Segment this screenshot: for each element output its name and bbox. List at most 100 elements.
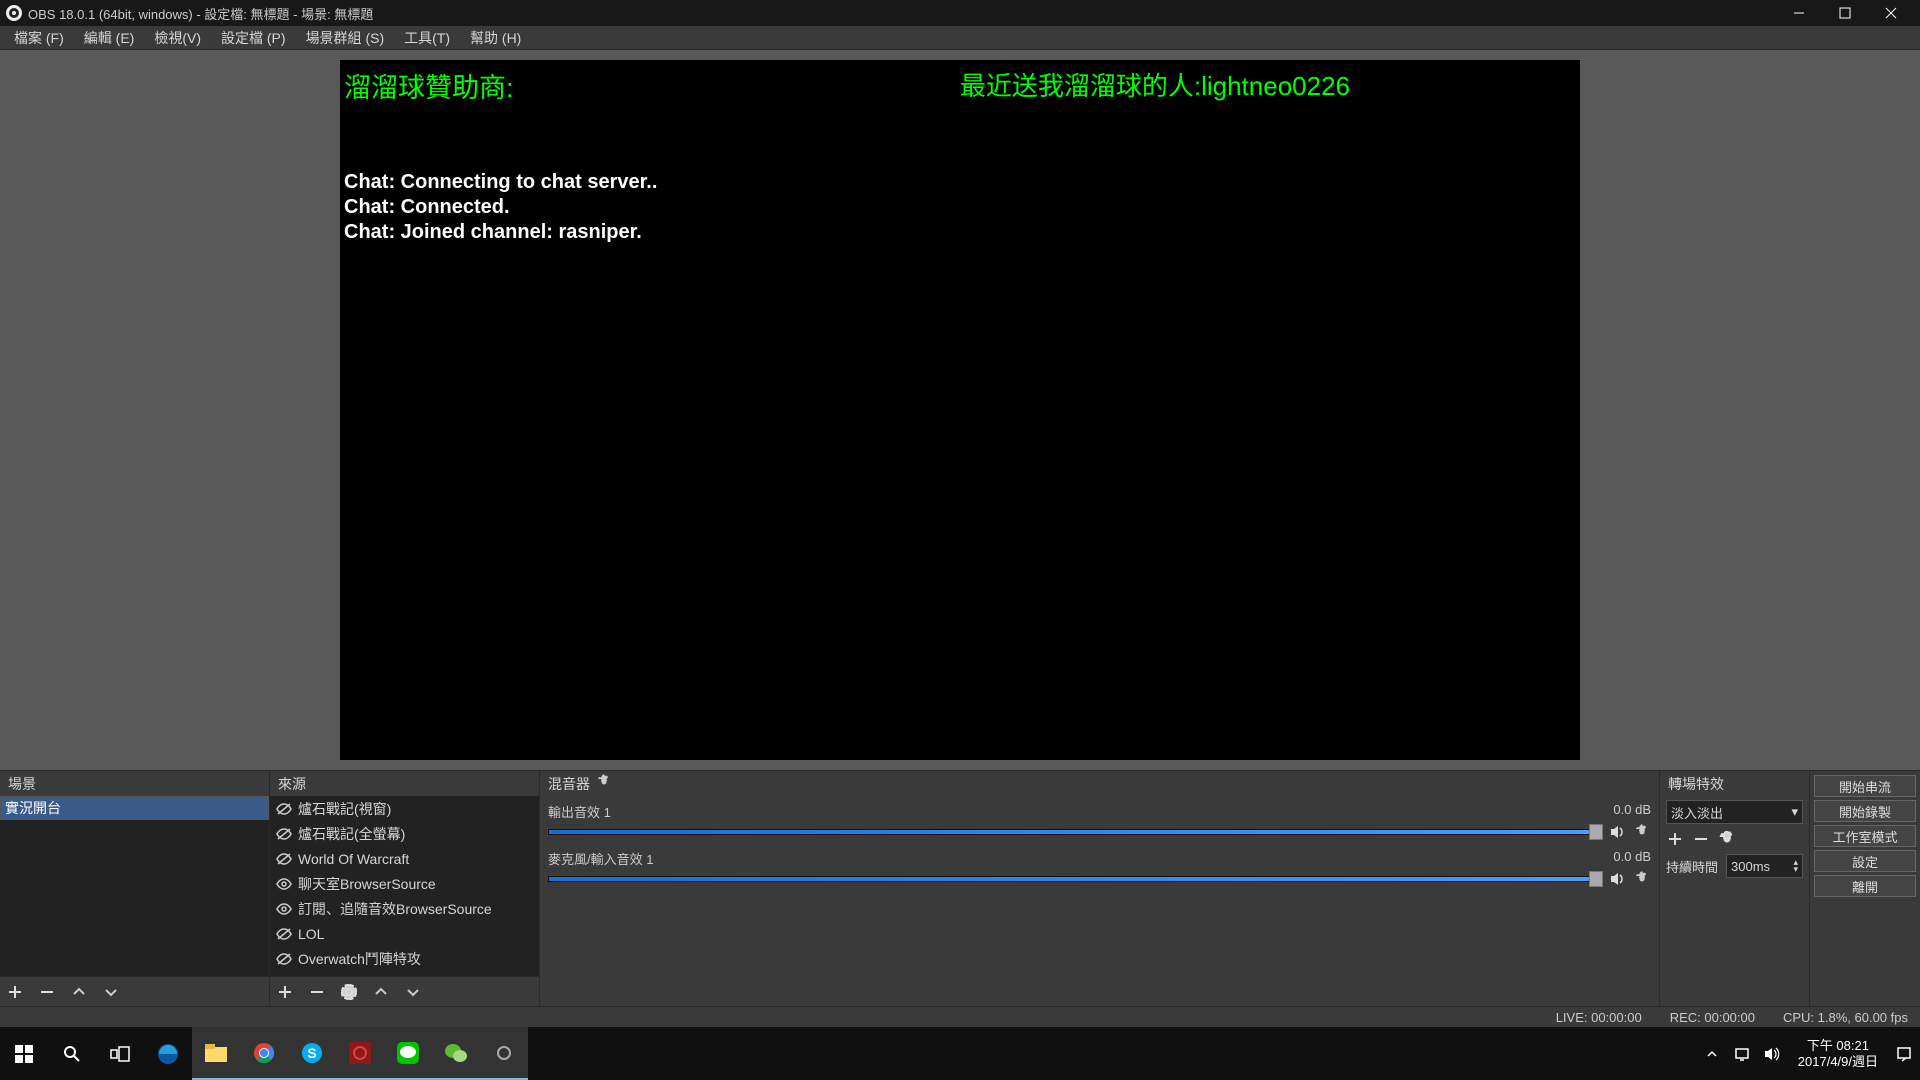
source-item[interactable]: 爐石戰記(全螢幕) <box>270 821 539 846</box>
menu-help[interactable]: 幫助 (H) <box>460 26 531 50</box>
mixer-header: 混音器 <box>540 771 1659 796</box>
eye-hidden-icon[interactable] <box>276 926 292 942</box>
source-up-button[interactable] <box>372 983 390 1001</box>
chat-line: Chat: Joined channel: rasniper. <box>344 220 657 245</box>
taskbar-clock[interactable]: 下午 08:21 2017/4/9/週日 <box>1790 1038 1886 1069</box>
eye-hidden-icon[interactable] <box>276 951 292 967</box>
volume-slider[interactable] <box>1589 871 1603 887</box>
speaker-icon[interactable] <box>1609 823 1627 841</box>
windows-taskbar: S 下午 08:21 2017/4/9/週日 <box>0 1027 1920 1080</box>
exit-button[interactable]: 離開 <box>1814 875 1916 897</box>
source-down-button[interactable] <box>404 983 422 1001</box>
scene-item[interactable]: 實況開台 <box>0 796 269 820</box>
channel-name: 輸出音效 1 <box>548 802 611 821</box>
overlay-sponsor: 溜溜球贊助商: <box>344 66 514 105</box>
sources-toolbar <box>270 976 539 1006</box>
controls-body: 開始串流 開始錄製 工作室模式 設定 離開 <box>1810 771 1920 1006</box>
eye-visible-icon[interactable] <box>276 876 292 892</box>
channel-db: 0.0 dB <box>1613 802 1651 821</box>
menu-view[interactable]: 檢視(V) <box>144 26 211 50</box>
sources-list[interactable]: 爐石戰記(視窗)爐石戰記(全螢幕)World Of Warcraft聊天室Bro… <box>270 796 539 976</box>
start-recording-button[interactable]: 開始錄製 <box>1814 800 1916 822</box>
remove-scene-button[interactable] <box>38 983 56 1001</box>
menu-scene-collection[interactable]: 場景群組 (S) <box>296 26 395 50</box>
transition-properties-button[interactable] <box>1718 830 1736 848</box>
transition-select[interactable]: 淡入淡出 ▾ <box>1666 800 1803 824</box>
transitions-body: 淡入淡出 ▾ 持續時間 300ms ▴▾ <box>1660 796 1809 1006</box>
taskbar-time: 下午 08:21 <box>1798 1038 1878 1054</box>
maximize-button[interactable] <box>1822 0 1868 26</box>
add-transition-button[interactable] <box>1666 830 1684 848</box>
obs-taskbar-icon[interactable] <box>480 1027 528 1080</box>
menu-profile[interactable]: 設定檔 (P) <box>211 26 296 50</box>
add-scene-button[interactable] <box>6 983 24 1001</box>
search-button[interactable] <box>48 1027 96 1080</box>
scene-up-button[interactable] <box>70 983 88 1001</box>
wechat-icon[interactable] <box>432 1027 480 1080</box>
channel-settings-icon[interactable] <box>1633 870 1651 888</box>
tray-network-icon[interactable] <box>1730 1027 1754 1080</box>
status-rec: REC: 00:00:00 <box>1670 1010 1755 1025</box>
scenes-header: 場景 <box>0 771 269 796</box>
chrome-icon[interactable] <box>240 1027 288 1080</box>
eye-hidden-icon[interactable] <box>276 801 292 817</box>
source-item[interactable]: 訂閱、追隨音效BrowserSource <box>270 896 539 921</box>
eye-hidden-icon[interactable] <box>276 851 292 867</box>
obs-icon <box>6 5 22 21</box>
menubar: 檔案 (F) 編輯 (E) 檢視(V) 設定檔 (P) 場景群組 (S) 工具(… <box>0 26 1920 50</box>
source-label: Overwatch鬥陣特攻 <box>298 949 421 969</box>
source-properties-button[interactable] <box>340 983 358 1001</box>
menu-tools[interactable]: 工具(T) <box>394 26 460 50</box>
explorer-icon[interactable] <box>192 1027 240 1080</box>
mixer-settings-icon[interactable] <box>596 774 612 793</box>
source-item[interactable]: 聊天室BrowserSource <box>270 871 539 896</box>
controls-panel: 開始串流 開始錄製 工作室模式 設定 離開 <box>1810 771 1920 1006</box>
titlebar: OBS 18.0.1 (64bit, windows) - 設定檔: 無標題 -… <box>0 0 1920 26</box>
mixer-panel: 混音器 輸出音效 1 0.0 dB 麥克風/輸入音效 1 0.0 dB <box>540 771 1660 1006</box>
chevron-down-icon: ▾ <box>1791 804 1798 820</box>
start-button[interactable] <box>0 1027 48 1080</box>
edge-icon[interactable] <box>144 1027 192 1080</box>
channel-db: 0.0 dB <box>1613 849 1651 868</box>
eye-hidden-icon[interactable] <box>276 826 292 842</box>
remove-source-button[interactable] <box>308 983 326 1001</box>
source-item[interactable]: World Of Warcraft <box>270 846 539 871</box>
channel-settings-icon[interactable] <box>1633 823 1651 841</box>
status-bar: LIVE: 00:00:00 REC: 00:00:00 CPU: 1.8%, … <box>0 1006 1920 1027</box>
eye-visible-icon[interactable] <box>276 901 292 917</box>
notifications-icon[interactable] <box>1892 1027 1916 1080</box>
settings-button[interactable]: 設定 <box>1814 850 1916 872</box>
menu-file[interactable]: 檔案 (F) <box>4 26 74 50</box>
tray-volume-icon[interactable] <box>1760 1027 1784 1080</box>
preview-canvas[interactable]: 溜溜球贊助商: 最近送我溜溜球的人:lightneo0226 Chat: Con… <box>340 60 1580 760</box>
line-icon[interactable] <box>384 1027 432 1080</box>
tray-chevron-icon[interactable] <box>1700 1027 1724 1080</box>
speaker-icon[interactable] <box>1609 870 1627 888</box>
app-red-icon[interactable] <box>336 1027 384 1080</box>
start-streaming-button[interactable]: 開始串流 <box>1814 775 1916 797</box>
skype-icon[interactable]: S <box>288 1027 336 1080</box>
duration-spinner[interactable]: 300ms ▴▾ <box>1726 854 1803 878</box>
source-label: 訂閱、追隨音效BrowserSource <box>298 899 492 919</box>
minimize-button[interactable] <box>1776 0 1822 26</box>
scenes-list[interactable]: 實況開台 <box>0 796 269 976</box>
mixer-channel: 輸出音效 1 0.0 dB <box>548 800 1651 841</box>
close-button[interactable] <box>1868 0 1914 26</box>
taskbar-date: 2017/4/9/週日 <box>1798 1054 1878 1070</box>
scene-down-button[interactable] <box>102 983 120 1001</box>
channel-name: 麥克風/輸入音效 1 <box>548 849 653 868</box>
source-item[interactable]: 爐石戰記(視窗) <box>270 796 539 821</box>
docks: 場景 實況開台 來源 爐石戰記(視窗)爐石戰記(全螢幕)World Of War… <box>0 770 1920 1006</box>
preview-area: 溜溜球贊助商: 最近送我溜溜球的人:lightneo0226 Chat: Con… <box>0 50 1920 770</box>
remove-transition-button[interactable] <box>1692 830 1710 848</box>
source-item[interactable]: LOL <box>270 921 539 946</box>
status-live: LIVE: 00:00:00 <box>1556 1010 1642 1025</box>
scenes-panel: 場景 實況開台 <box>0 771 270 1006</box>
volume-slider[interactable] <box>1589 824 1603 840</box>
add-source-button[interactable] <box>276 983 294 1001</box>
source-item[interactable]: Overwatch鬥陣特攻 <box>270 946 539 971</box>
studio-mode-button[interactable]: 工作室模式 <box>1814 825 1916 847</box>
task-view-button[interactable] <box>96 1027 144 1080</box>
transitions-header: 轉場特效 <box>1660 771 1809 796</box>
menu-edit[interactable]: 編輯 (E) <box>74 26 145 50</box>
